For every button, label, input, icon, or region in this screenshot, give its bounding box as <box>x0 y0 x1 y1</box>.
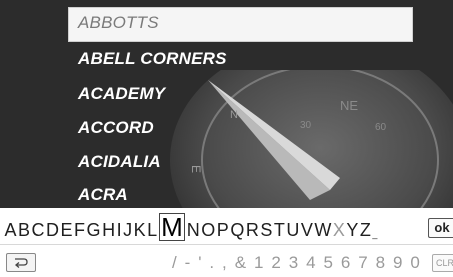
address-entry-screen: NE 60 30 N E ABBOTTS ABELL CORNERS ACADE… <box>0 0 453 277</box>
letter-key[interactable]: G <box>86 219 102 241</box>
active-letter-key[interactable]: M <box>159 213 186 241</box>
ok-button[interactable]: ok <box>428 218 453 238</box>
compass-n-label: N <box>230 109 238 121</box>
letter-key[interactable]: N <box>186 219 201 241</box>
clear-button[interactable]: CLR <box>432 254 453 272</box>
back-arrow-icon <box>14 258 28 268</box>
list-item[interactable]: ABELL CORNERS <box>78 49 227 69</box>
letter-key[interactable]: P <box>216 219 230 241</box>
letter-key[interactable]: T <box>273 219 286 241</box>
letter-row: A B C D E F G H I J K L M N O P Q R S T … <box>4 213 379 241</box>
letter-key[interactable]: R <box>245 219 260 241</box>
list-item[interactable]: ACRA <box>78 185 128 205</box>
letter-selector-bar: A B C D E F G H I J K L M N O P Q R S T … <box>0 208 453 244</box>
list-item[interactable]: ACCORD <box>78 118 154 138</box>
list-item[interactable]: ACADEMY <box>78 84 165 104</box>
compass-e-label: E <box>189 165 203 173</box>
letter-key[interactable]: L <box>147 219 159 241</box>
space-key[interactable]: _ <box>372 227 379 241</box>
letter-key[interactable]: A <box>4 219 18 241</box>
letter-key[interactable]: K <box>133 219 147 241</box>
letter-key[interactable]: J <box>123 219 134 241</box>
bottom-symbol-bar: / - ' . , & 1 2 3 4 5 6 7 8 9 0 CLR <box>0 244 453 277</box>
letter-key[interactable]: D <box>46 219 61 241</box>
letter-key[interactable]: F <box>74 219 87 241</box>
compass-ne-label: NE <box>340 98 358 113</box>
letter-key[interactable]: O <box>201 219 217 241</box>
letter-key[interactable]: W <box>314 219 333 241</box>
back-button[interactable] <box>6 253 36 272</box>
letter-key[interactable]: Z <box>359 219 372 241</box>
compass-graphic: NE 60 30 N E <box>170 70 453 208</box>
letter-key-disabled: X <box>332 220 346 240</box>
letter-key[interactable]: E <box>60 219 74 241</box>
letter-key[interactable]: B <box>18 219 32 241</box>
list-item-selected[interactable]: ABBOTTS <box>78 13 159 33</box>
letter-key[interactable]: Y <box>346 219 360 241</box>
letter-key[interactable]: C <box>31 219 46 241</box>
letter-key[interactable]: V <box>300 219 314 241</box>
suggestion-list-panel: NE 60 30 N E ABBOTTS ABELL CORNERS ACADE… <box>0 0 453 208</box>
compass-tick-30: 30 <box>300 120 312 131</box>
letter-key[interactable]: Q <box>230 219 246 241</box>
compass-tick-60: 60 <box>375 122 387 133</box>
list-item[interactable]: ACIDALIA <box>78 152 161 172</box>
letter-key[interactable]: U <box>286 219 301 241</box>
symbol-number-row[interactable]: / - ' . , & 1 2 3 4 5 6 7 8 9 0 <box>172 253 421 273</box>
letter-key[interactable]: S <box>260 219 274 241</box>
letter-key[interactable]: H <box>102 219 117 241</box>
